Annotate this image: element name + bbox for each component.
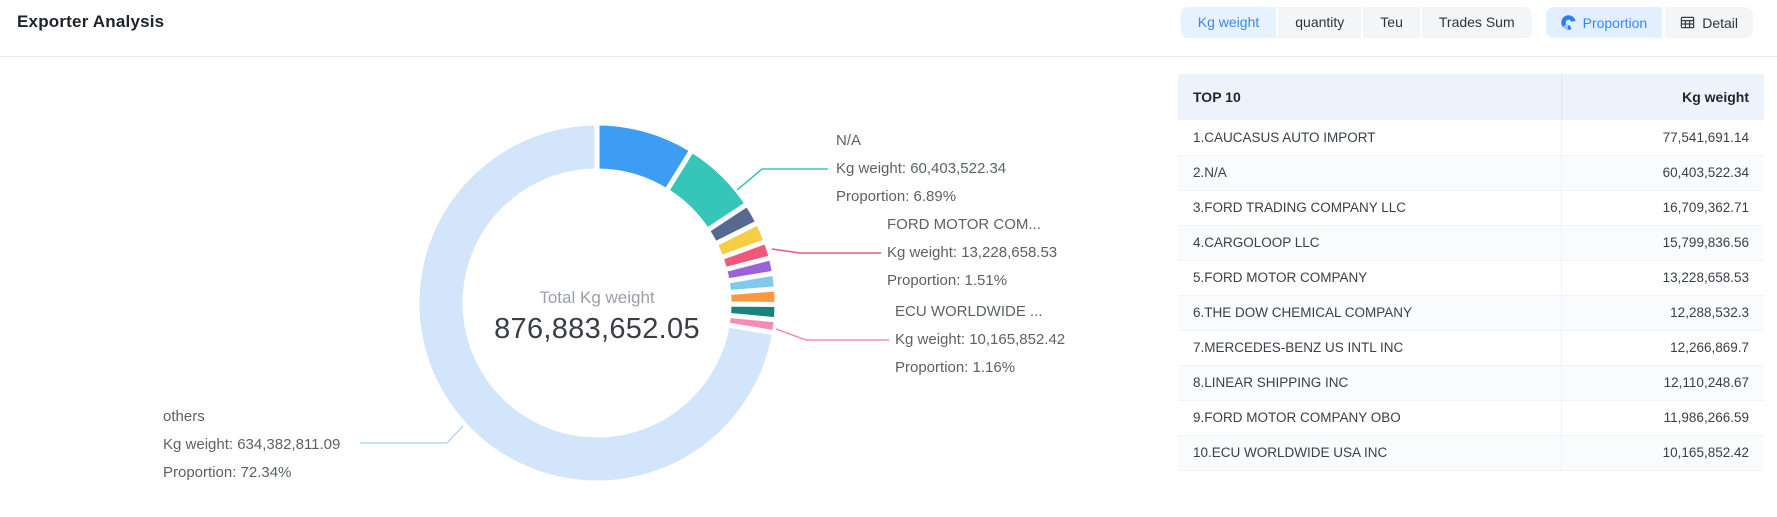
annotation-na: N/AKg weight: 60,403,522.34Proportion: 6… — [836, 127, 1006, 211]
annotation-title: FORD MOTOR COM... — [887, 211, 1057, 239]
annotation-kg-weight: Kg weight: 60,403,522.34 — [836, 155, 1006, 183]
panel-header: Exporter Analysis Kg weightquantityTeuTr… — [0, 0, 1777, 57]
exporter-name-cell: 5.FORD MOTOR COMPANY — [1178, 260, 1561, 295]
measure-tab-group: Kg weightquantityTeuTrades Sum — [1181, 7, 1532, 38]
table-row: 6.THE DOW CHEMICAL COMPANY12,288,532.3 — [1178, 295, 1764, 330]
table-row: 9.FORD MOTOR COMPANY OBO11,986,266.59 — [1178, 400, 1764, 435]
exporter-name-cell: 4.CARGOLOOP LLC — [1178, 225, 1561, 260]
tab-trades-sum[interactable]: Trades Sum — [1422, 7, 1532, 38]
tab-quantity[interactable]: quantity — [1278, 7, 1361, 38]
annotation-title: others — [163, 403, 340, 431]
exporter-name-cell: 2.N/A — [1178, 155, 1561, 190]
annotation-title: ECU WORLDWIDE ... — [895, 298, 1065, 326]
kg-weight-cell: 12,110,248.67 — [1561, 365, 1764, 400]
annotation-proportion: Proportion: 1.16% — [895, 354, 1065, 382]
kg-weight-cell: 10,165,852.42 — [1561, 435, 1764, 470]
kg-weight-cell: 77,541,691.14 — [1561, 120, 1764, 155]
annotation-kg-weight: Kg weight: 10,165,852.42 — [895, 326, 1065, 354]
table-icon — [1680, 15, 1695, 30]
tab-groups: Kg weightquantityTeuTrades Sum Proportio… — [1181, 7, 1753, 38]
exporter-name-cell: 9.FORD MOTOR COMPANY OBO — [1178, 400, 1561, 435]
annotation-ford: FORD MOTOR COM...Kg weight: 13,228,658.5… — [887, 211, 1057, 295]
table-row: 2.N/A60,403,522.34 — [1178, 155, 1764, 190]
tab-detail[interactable]: Detail — [1665, 7, 1753, 38]
tab-label: Detail — [1702, 15, 1738, 31]
column-header-top10: TOP 10 — [1178, 74, 1561, 120]
donut-chart-icon — [1561, 15, 1576, 30]
annotation-kg-weight: Kg weight: 634,382,811.09 — [163, 431, 340, 459]
annotation-ecu: ECU WORLDWIDE ...Kg weight: 10,165,852.4… — [895, 298, 1065, 382]
tab-teu[interactable]: Teu — [1363, 7, 1420, 38]
annotation-proportion: Proportion: 1.51% — [887, 267, 1057, 295]
table-row: 8.LINEAR SHIPPING INC12,110,248.67 — [1178, 365, 1764, 400]
donut-chart-region: N/AKg weight: 60,403,522.34Proportion: 6… — [0, 57, 1110, 517]
tab-label: Proportion — [1583, 15, 1648, 31]
total-kg-weight-label: Total Kg weight — [447, 288, 747, 308]
leader-line-ecu — [776, 329, 889, 340]
exporter-name-cell: 8.LINEAR SHIPPING INC — [1178, 365, 1561, 400]
table-row: 4.CARGOLOOP LLC15,799,836.56 — [1178, 225, 1764, 260]
table-row: 1.CAUCASUS AUTO IMPORT77,541,691.14 — [1178, 120, 1764, 155]
table-row: 7.MERCEDES-BENZ US INTL INC12,266,869.7 — [1178, 330, 1764, 365]
exporter-name-cell: 3.FORD TRADING COMPANY LLC — [1178, 190, 1561, 225]
total-kg-weight-value: 876,883,652.05 — [447, 313, 747, 346]
table-row: 5.FORD MOTOR COMPANY13,228,658.53 — [1178, 260, 1764, 295]
leader-line-others — [360, 426, 463, 443]
annotation-title: N/A — [836, 127, 1006, 155]
leader-line-na — [737, 169, 828, 190]
top10-table: TOP 10 Kg weight 1.CAUCASUS AUTO IMPORT7… — [1178, 74, 1764, 471]
kg-weight-cell: 11,986,266.59 — [1561, 400, 1764, 435]
kg-weight-cell: 15,799,836.56 — [1561, 225, 1764, 260]
exporter-name-cell: 10.ECU WORLDWIDE USA INC — [1178, 435, 1561, 470]
kg-weight-cell: 12,266,869.7 — [1561, 330, 1764, 365]
annotation-others: othersKg weight: 634,382,811.09Proportio… — [163, 403, 340, 487]
page-title: Exporter Analysis — [17, 7, 164, 37]
kg-weight-cell: 60,403,522.34 — [1561, 155, 1764, 190]
exporter-name-cell: 1.CAUCASUS AUTO IMPORT — [1178, 120, 1561, 155]
table-row: 3.FORD TRADING COMPANY LLC16,709,362.71 — [1178, 190, 1764, 225]
chart-center-label: Total Kg weight 876,883,652.05 — [447, 288, 747, 346]
kg-weight-cell: 16,709,362.71 — [1561, 190, 1764, 225]
kg-weight-cell: 13,228,658.53 — [1561, 260, 1764, 295]
leader-line-ford — [772, 249, 881, 253]
annotation-kg-weight: Kg weight: 13,228,658.53 — [887, 239, 1057, 267]
kg-weight-cell: 12,288,532.3 — [1561, 295, 1764, 330]
tab-kg-weight[interactable]: Kg weight — [1181, 7, 1276, 38]
table-header-row: TOP 10 Kg weight — [1178, 74, 1764, 120]
tab-proportion[interactable]: Proportion — [1546, 7, 1663, 38]
exporter-name-cell: 7.MERCEDES-BENZ US INTL INC — [1178, 330, 1561, 365]
exporter-name-cell: 6.THE DOW CHEMICAL COMPANY — [1178, 295, 1561, 330]
annotation-proportion: Proportion: 6.89% — [836, 183, 1006, 211]
annotation-proportion: Proportion: 72.34% — [163, 459, 340, 487]
table-row: 10.ECU WORLDWIDE USA INC10,165,852.42 — [1178, 435, 1764, 470]
view-tab-group: Proportion Detail — [1546, 7, 1753, 38]
column-header-kg-weight: Kg weight — [1561, 74, 1764, 120]
